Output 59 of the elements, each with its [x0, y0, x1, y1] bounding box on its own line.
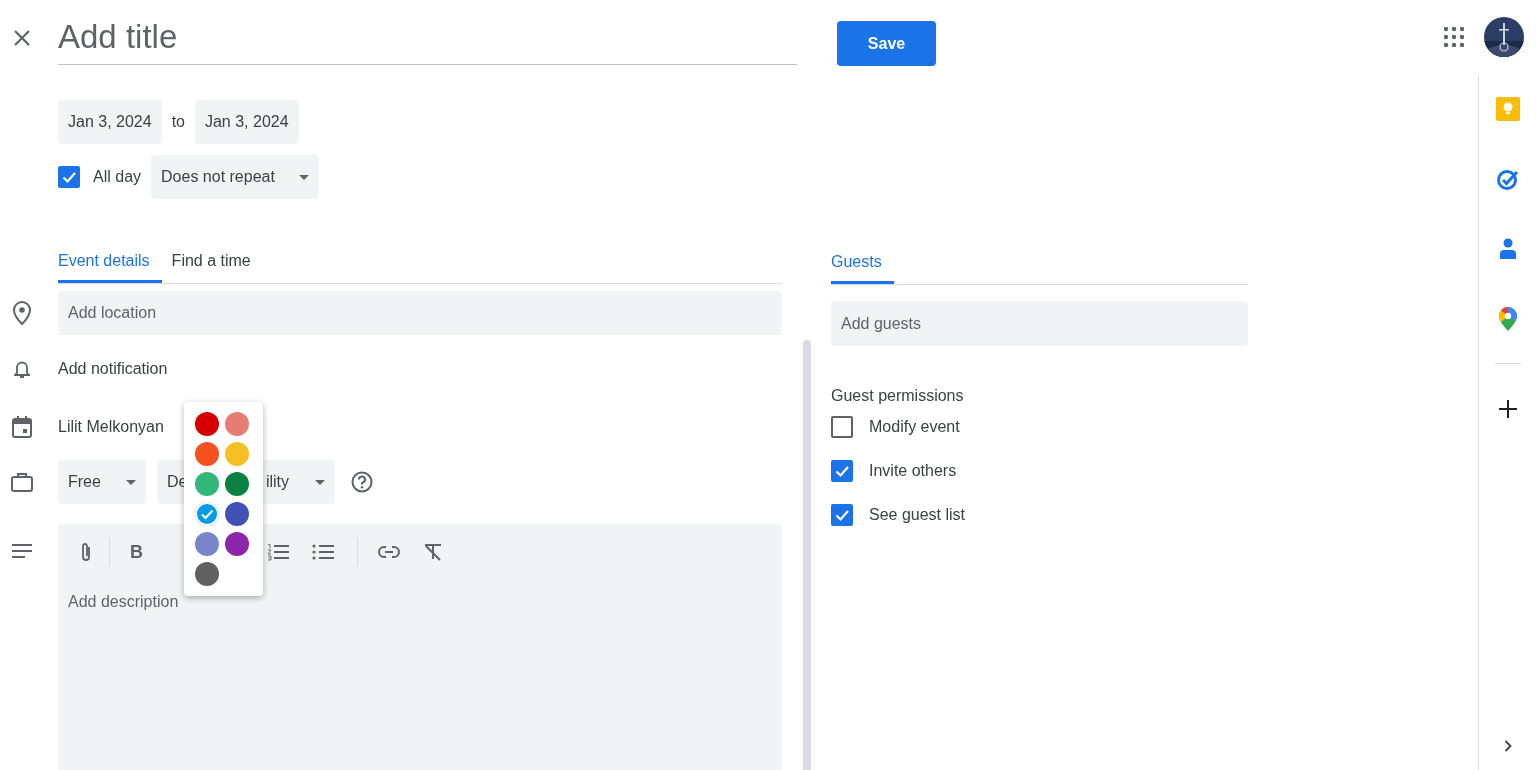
permission-label: See guest list [869, 506, 966, 524]
plus-icon[interactable] [1498, 400, 1517, 418]
repeat-dropdown[interactable]: Does not repeat [151, 155, 319, 199]
start-date-button[interactable]: Jan 3, 2024 [58, 100, 162, 144]
attachment-icon[interactable] [80, 541, 92, 563]
color-swatch[interactable] [195, 442, 219, 466]
color-swatch[interactable] [225, 532, 249, 556]
caret-icon [126, 479, 136, 485]
guests-tab[interactable]: Guests [831, 240, 894, 284]
color-swatch[interactable] [225, 472, 249, 496]
permission-checkbox[interactable] [831, 504, 853, 526]
location-field[interactable]: Add location [58, 291, 782, 335]
add-notification-button[interactable]: Add notification [58, 360, 168, 378]
bulleted-list-icon[interactable] [312, 543, 334, 561]
calendar-owner: Lilit Melkonyan [58, 418, 164, 436]
check-circle-icon[interactable] [1495, 167, 1520, 191]
location-pin-icon [13, 301, 31, 325]
availability-dropdown[interactable]: Free [58, 460, 146, 504]
caret-icon [315, 479, 325, 485]
all-day-checkbox[interactable] [58, 166, 80, 188]
description-field[interactable]: Add description [58, 583, 782, 621]
description-lines-icon [12, 544, 32, 558]
color-swatch[interactable] [195, 412, 219, 436]
description-box[interactable]: B Add description [58, 524, 782, 770]
color-swatch[interactable] [225, 412, 249, 436]
save-button[interactable]: Save [837, 21, 936, 66]
all-day-label: All day [93, 168, 142, 186]
end-date-button[interactable]: Jan 3, 2024 [194, 100, 299, 144]
link-icon[interactable] [378, 546, 400, 558]
scrollbar[interactable] [802, 340, 811, 770]
tab[interactable]: Event details [58, 239, 162, 283]
help-icon[interactable] [351, 471, 373, 493]
color-swatch[interactable] [195, 532, 219, 556]
color-swatch[interactable] [195, 472, 219, 496]
permission-label: Invite others [869, 462, 957, 480]
tab[interactable]: Find a time [163, 239, 263, 283]
date-separator: to [171, 113, 185, 131]
briefcase-icon [11, 472, 33, 492]
caret-icon [298, 174, 309, 180]
apps-grid-icon[interactable] [1444, 26, 1464, 47]
color-swatch[interactable] [195, 562, 219, 586]
bell-icon [14, 359, 30, 379]
person-icon[interactable] [1497, 237, 1518, 261]
clear-formatting-icon[interactable] [423, 543, 443, 561]
numbered-list-icon[interactable] [267, 543, 289, 561]
calendar-icon [12, 416, 32, 438]
color-swatch[interactable] [195, 502, 219, 526]
bold-button[interactable]: B [130, 541, 143, 563]
color-swatch[interactable] [225, 502, 249, 526]
close-icon[interactable] [12, 28, 31, 47]
permission-checkbox[interactable] [831, 460, 853, 482]
permission-checkbox[interactable] [831, 416, 853, 438]
color-swatch[interactable] [225, 442, 249, 466]
add-guests-field[interactable]: Add guests [831, 301, 1248, 346]
chevron-right-icon[interactable] [1503, 740, 1512, 752]
map-pin-icon[interactable] [1498, 307, 1517, 331]
permission-label: Modify event [869, 418, 960, 436]
checkmark-icon [200, 507, 214, 521]
guest-permissions-heading: Guest permissions [831, 387, 965, 405]
